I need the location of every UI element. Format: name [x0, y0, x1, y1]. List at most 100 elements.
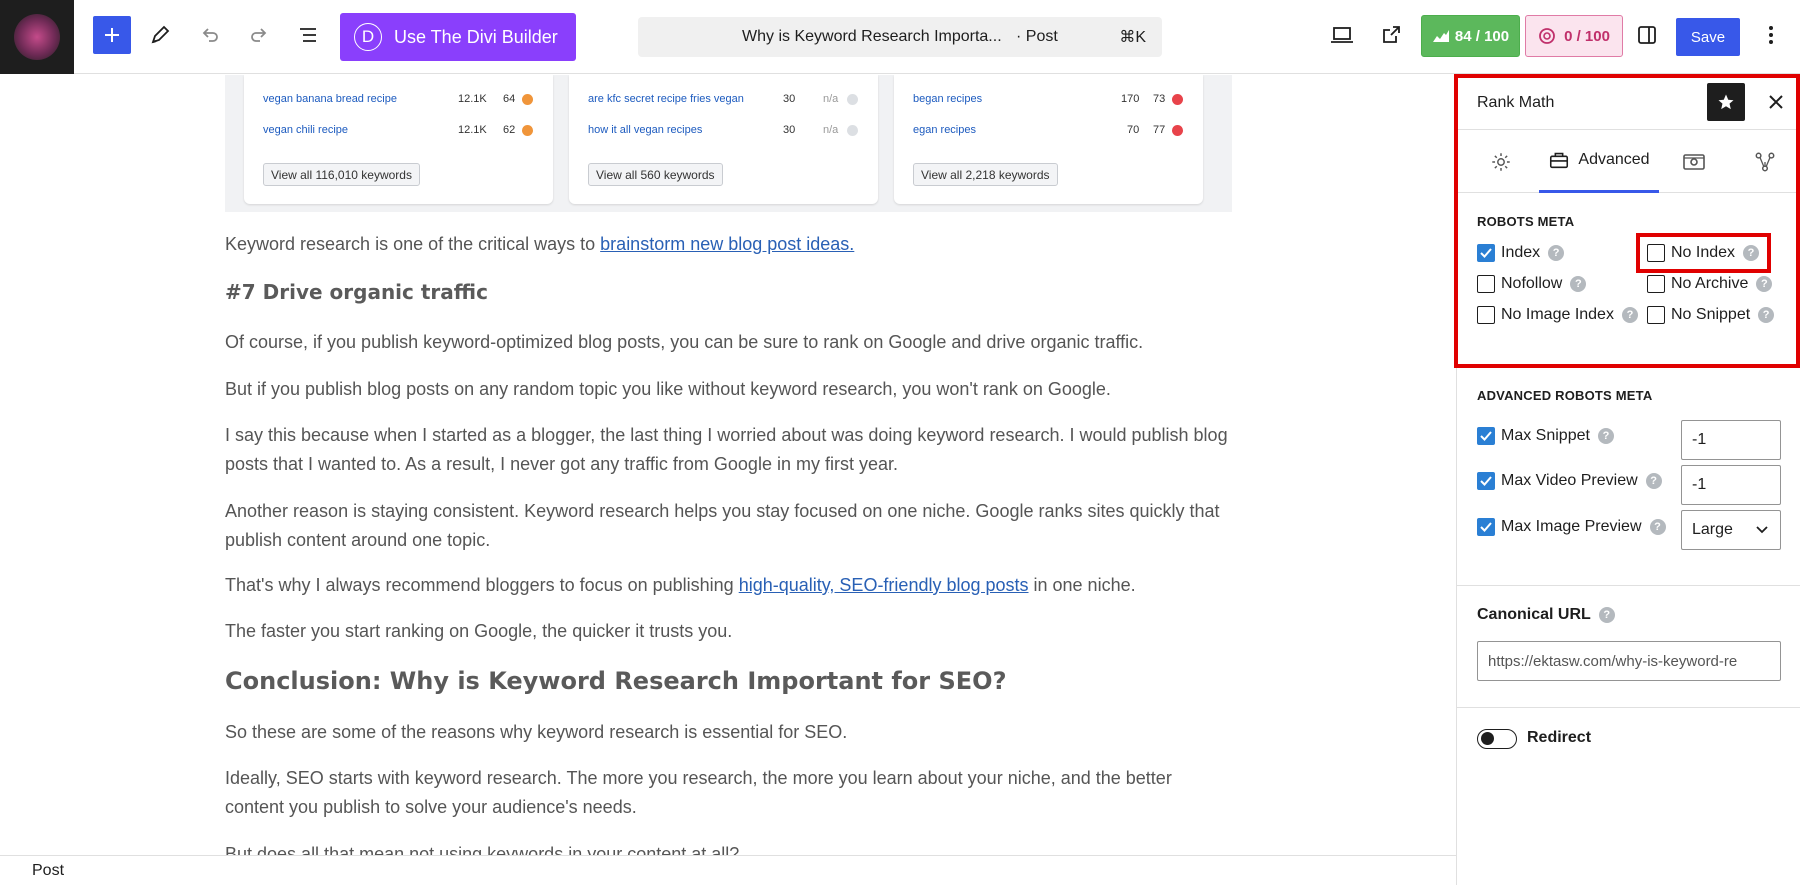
- sidebar-icon: [1638, 26, 1656, 44]
- settings-sidebar-toggle[interactable]: [1628, 16, 1666, 54]
- content-ai-score-button[interactable]: 0 / 100: [1525, 15, 1623, 57]
- paragraph-block[interactable]: Another reason is staying consistent. Ke…: [225, 497, 1232, 555]
- view-all-keywords-button: View all 2,218 keywords: [913, 163, 1058, 186]
- paragraph-text: That's why I always recommend bloggers t…: [225, 575, 739, 595]
- max-image-preview-option[interactable]: Max Image Preview ?: [1477, 516, 1666, 538]
- keyword-text: how it all vegan recipes: [588, 124, 703, 136]
- save-button[interactable]: Save: [1676, 18, 1740, 56]
- index-option[interactable]: Index ?: [1477, 242, 1565, 264]
- canonical-url-input[interactable]: https://ektasw.com/why-is-keyword-re: [1477, 641, 1781, 681]
- help-icon[interactable]: ?: [1570, 276, 1587, 292]
- heading-conclusion[interactable]: Conclusion: Why is Keyword Research Impo…: [225, 667, 1007, 695]
- no-snippet-option[interactable]: No Snippet ?: [1647, 304, 1775, 326]
- paragraph-block[interactable]: I say this because when I started as a b…: [225, 421, 1232, 479]
- breadcrumb-post[interactable]: Post: [32, 862, 64, 880]
- difficulty-dot: [1172, 125, 1183, 136]
- heading-drive-organic-traffic[interactable]: #7 Drive organic traffic: [225, 280, 488, 304]
- divi-logo-icon: D: [354, 23, 382, 51]
- post-title: Why is Keyword Research Importa...: [742, 28, 1002, 45]
- max-image-preview-checkbox[interactable]: [1477, 518, 1495, 536]
- seo-friendly-posts-link[interactable]: high-quality, SEO-friendly blog posts: [739, 575, 1029, 595]
- undo-button[interactable]: [191, 16, 229, 54]
- list-view-icon: [300, 28, 316, 42]
- paragraph-block[interactable]: Keyword research is one of the critical …: [225, 230, 1232, 259]
- keyword-row: how it all vegan recipes 30 n/a: [588, 124, 860, 144]
- no-index-option[interactable]: No Index ?: [1647, 242, 1760, 264]
- paragraph-block[interactable]: Of course, if you publish keyword-optimi…: [225, 328, 1232, 357]
- tab-general[interactable]: [1457, 130, 1545, 193]
- add-block-button[interactable]: [93, 16, 131, 54]
- nofollow-option[interactable]: Nofollow ?: [1477, 273, 1587, 295]
- max-snippet-option[interactable]: Max Snippet ?: [1477, 425, 1614, 447]
- check-icon: [1480, 431, 1492, 441]
- post-type-label: · Post: [1016, 28, 1058, 45]
- max-video-preview-input[interactable]: -1: [1681, 465, 1781, 505]
- no-index-checkbox[interactable]: [1647, 244, 1665, 262]
- help-icon[interactable]: ?: [1621, 307, 1638, 323]
- tab-schema[interactable]: [1729, 130, 1800, 193]
- tab-social[interactable]: [1659, 130, 1729, 193]
- view-post-button[interactable]: [1372, 16, 1410, 54]
- keyword-volume: 12.1K: [458, 124, 487, 136]
- paragraph-block[interactable]: So these are some of the reasons why key…: [225, 718, 1232, 747]
- redo-button[interactable]: [240, 16, 278, 54]
- keyword-row: egan recipes 70 77: [913, 124, 1185, 144]
- help-icon[interactable]: ?: [1597, 428, 1614, 444]
- max-image-preview-value: Large: [1692, 521, 1733, 538]
- divi-builder-button[interactable]: D Use The Divi Builder: [340, 13, 576, 61]
- brainstorm-ideas-link[interactable]: brainstorm new blog post ideas.: [600, 234, 854, 254]
- paragraph-block[interactable]: That's why I always recommend bloggers t…: [225, 571, 1232, 600]
- command-palette-bar[interactable]: Why is Keyword Research Importa... · Pos…: [638, 17, 1162, 57]
- preview-button[interactable]: [1323, 16, 1361, 54]
- editor-footer-breadcrumb: Post: [0, 855, 1456, 885]
- index-label: Index: [1501, 244, 1541, 261]
- canonical-url-text: Canonical URL: [1477, 606, 1591, 623]
- help-icon[interactable]: ?: [1598, 607, 1615, 623]
- help-icon[interactable]: ?: [1649, 519, 1666, 535]
- no-image-index-checkbox[interactable]: [1477, 306, 1495, 324]
- sidebar-title: Rank Math: [1477, 94, 1555, 111]
- view-all-keywords-button: View all 116,010 keywords: [263, 163, 420, 186]
- max-snippet-checkbox[interactable]: [1477, 427, 1495, 445]
- paragraph-block[interactable]: But does all that mean not using keyword…: [225, 840, 1232, 855]
- pin-sidebar-button[interactable]: [1707, 83, 1745, 121]
- max-snippet-input[interactable]: -1: [1681, 420, 1781, 460]
- tools-button[interactable]: [141, 16, 179, 54]
- max-image-preview-select[interactable]: Large: [1681, 510, 1781, 550]
- index-checkbox[interactable]: [1477, 244, 1495, 262]
- keyword-row: vegan banana bread recipe 12.1K 64: [263, 93, 535, 113]
- paragraph-block[interactable]: The faster you start ranking on Google, …: [225, 617, 1232, 646]
- content-ai-score: 0 / 100: [1564, 27, 1610, 45]
- nofollow-checkbox[interactable]: [1477, 275, 1495, 293]
- difficulty-dot: [522, 125, 533, 136]
- max-video-preview-option[interactable]: Max Video Preview ?: [1477, 470, 1662, 492]
- close-sidebar-button[interactable]: [1757, 83, 1795, 121]
- keyword-volume: 30: [783, 93, 796, 105]
- paragraph-block[interactable]: Ideally, SEO starts with keyword researc…: [225, 764, 1232, 822]
- no-snippet-checkbox[interactable]: [1647, 306, 1665, 324]
- max-video-preview-checkbox[interactable]: [1477, 472, 1495, 490]
- site-icon[interactable]: [0, 0, 74, 74]
- help-icon[interactable]: ?: [1758, 307, 1775, 323]
- site-logo: [14, 14, 60, 60]
- rank-math-icon: [1432, 30, 1449, 42]
- external-link-icon: [1383, 26, 1400, 43]
- help-icon[interactable]: ?: [1548, 245, 1565, 261]
- tab-advanced[interactable]: Advanced: [1539, 130, 1659, 193]
- no-image-index-option[interactable]: No Image Index ?: [1477, 304, 1638, 326]
- help-icon[interactable]: ?: [1756, 276, 1773, 292]
- difficulty-dot: [847, 94, 858, 105]
- help-icon[interactable]: ?: [1743, 245, 1760, 261]
- no-image-index-label: No Image Index: [1501, 306, 1614, 323]
- paragraph-block[interactable]: But if you publish blog posts on any ran…: [225, 375, 1232, 404]
- options-menu-button[interactable]: [1752, 16, 1790, 54]
- redirect-toggle[interactable]: [1477, 729, 1517, 749]
- seo-score-button[interactable]: 84 / 100: [1421, 15, 1520, 57]
- document-overview-button[interactable]: [289, 16, 327, 54]
- no-archive-option[interactable]: No Archive ?: [1647, 273, 1773, 295]
- toggle-knob: [1481, 732, 1494, 745]
- nofollow-label: Nofollow: [1501, 275, 1563, 292]
- no-archive-checkbox[interactable]: [1647, 275, 1665, 293]
- keyword-card: are kfc secret recipe fries vegan 30 n/a…: [569, 75, 878, 204]
- help-icon[interactable]: ?: [1645, 473, 1662, 489]
